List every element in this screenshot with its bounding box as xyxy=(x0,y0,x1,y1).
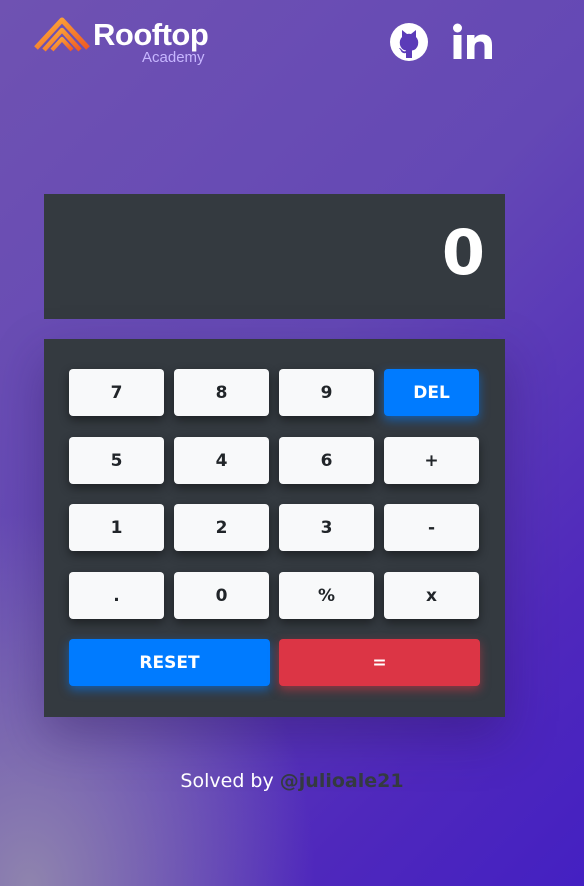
percent-button[interactable]: % xyxy=(279,572,374,619)
delete-button[interactable]: DEL xyxy=(384,369,479,416)
key-0[interactable]: 0 xyxy=(174,572,269,619)
github-icon xyxy=(390,23,428,61)
author-handle-link[interactable]: @julioale21 xyxy=(280,770,404,792)
subtract-button[interactable]: - xyxy=(384,504,479,551)
brand-subtitle: Academy xyxy=(142,49,205,66)
display-value: 0 xyxy=(441,216,485,289)
linkedin-link[interactable] xyxy=(452,22,494,66)
reset-button[interactable]: RESET xyxy=(69,639,270,686)
equals-button[interactable]: = xyxy=(279,639,480,686)
key-2[interactable]: 2 xyxy=(174,504,269,551)
calculator-display: 0 xyxy=(44,194,505,319)
rooftop-roof-icon xyxy=(34,17,90,52)
key-1[interactable]: 1 xyxy=(69,504,164,551)
key-7[interactable]: 7 xyxy=(69,369,164,416)
footer-prefix: Solved by xyxy=(180,770,274,792)
key-5[interactable]: 5 xyxy=(69,437,164,484)
brand-name: Rooftop xyxy=(93,17,209,52)
linkedin-icon xyxy=(453,23,492,59)
footer-credit: Solved by @julioale21 xyxy=(0,770,584,792)
multiply-button[interactable]: x xyxy=(384,572,479,619)
key-3[interactable]: 3 xyxy=(279,504,374,551)
key-6[interactable]: 6 xyxy=(279,437,374,484)
key-8[interactable]: 8 xyxy=(174,369,269,416)
add-button[interactable]: + xyxy=(384,437,479,484)
key-9[interactable]: 9 xyxy=(279,369,374,416)
key-4[interactable]: 4 xyxy=(174,437,269,484)
calculator-keypad: 7 8 9 DEL 5 4 6 + 1 2 3 - . 0 % x RESET … xyxy=(44,339,505,717)
github-link[interactable] xyxy=(389,22,429,66)
decimal-button[interactable]: . xyxy=(69,572,164,619)
rooftop-academy-logo: Rooftop Academy xyxy=(34,14,224,70)
